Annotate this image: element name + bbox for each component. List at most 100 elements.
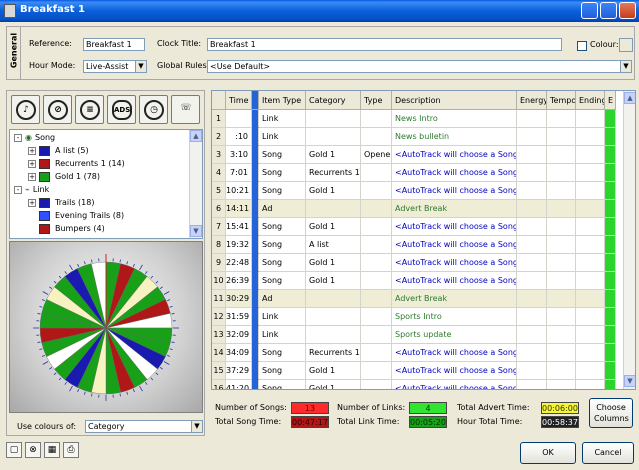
- expand-icon[interactable]: +: [28, 159, 36, 168]
- description-cell[interactable]: News Intro: [392, 110, 517, 128]
- time-cell[interactable]: 30:29: [226, 290, 252, 308]
- expand-icon[interactable]: +: [28, 146, 36, 155]
- advert-tool-button[interactable]: ≡: [75, 95, 104, 124]
- category-cell[interactable]: [306, 326, 361, 344]
- tree-item[interactable]: - ◉ Song: [14, 131, 55, 144]
- energy-cell[interactable]: [517, 236, 547, 254]
- ending-cell[interactable]: [576, 164, 605, 182]
- row-number[interactable]: 8: [212, 236, 226, 254]
- row-number[interactable]: 7: [212, 218, 226, 236]
- scroll-down-icon[interactable]: ▼: [190, 225, 202, 237]
- item-type-cell[interactable]: Ad: [259, 200, 306, 218]
- hour-mode-select[interactable]: Live-Assist ▼: [83, 60, 147, 73]
- time-cell[interactable]: 37:29: [226, 362, 252, 380]
- energy-cell[interactable]: [517, 326, 547, 344]
- phone-tool-button[interactable]: ☏: [171, 95, 200, 124]
- ads-tool-button[interactable]: ADS: [107, 95, 136, 124]
- type-cell[interactable]: [361, 128, 392, 146]
- row-number[interactable]: 4: [212, 164, 226, 182]
- time-cell[interactable]: :10: [226, 128, 252, 146]
- type-cell[interactable]: [361, 200, 392, 218]
- description-cell[interactable]: <AutoTrack will choose a Song>: [392, 218, 517, 236]
- row-number[interactable]: 12: [212, 308, 226, 326]
- row-number[interactable]: 9: [212, 254, 226, 272]
- category-cell[interactable]: Gold 1: [306, 362, 361, 380]
- item-type-cell[interactable]: Song: [259, 380, 306, 389]
- tempo-cell[interactable]: [547, 380, 576, 389]
- expand-icon[interactable]: +: [28, 172, 36, 181]
- type-cell[interactable]: [361, 164, 392, 182]
- song-tool-button[interactable]: ♪: [11, 95, 40, 124]
- time-cell[interactable]: 19:32: [226, 236, 252, 254]
- expand-icon[interactable]: +: [28, 198, 36, 207]
- item-type-cell[interactable]: Song: [259, 164, 306, 182]
- print-icon[interactable]: ⎙: [63, 442, 79, 458]
- ending-cell[interactable]: [576, 146, 605, 164]
- row-number[interactable]: 13: [212, 326, 226, 344]
- tempo-cell[interactable]: [547, 164, 576, 182]
- category-cell[interactable]: Gold 1: [306, 218, 361, 236]
- category-cell[interactable]: [306, 290, 361, 308]
- tempo-cell[interactable]: [547, 146, 576, 164]
- tempo-cell[interactable]: [547, 236, 576, 254]
- tempo-cell[interactable]: [547, 344, 576, 362]
- column-header[interactable]: Item Type: [259, 91, 306, 110]
- type-cell[interactable]: [361, 254, 392, 272]
- column-header[interactable]: Type: [361, 91, 392, 110]
- type-cell[interactable]: [361, 272, 392, 290]
- time-cell[interactable]: 7:01: [226, 164, 252, 182]
- ending-cell[interactable]: [576, 308, 605, 326]
- type-cell[interactable]: [361, 218, 392, 236]
- category-cell[interactable]: A list: [306, 236, 361, 254]
- row-number[interactable]: 14: [212, 344, 226, 362]
- energy-cell[interactable]: [517, 290, 547, 308]
- energy-cell[interactable]: [517, 380, 547, 389]
- type-cell[interactable]: [361, 380, 392, 389]
- description-cell[interactable]: <AutoTrack will choose a Song>: [392, 380, 517, 389]
- category-tree[interactable]: - ◉ Song + A list (5) + Recurrents 1 (14) + Gold…: [9, 129, 203, 239]
- ending-cell[interactable]: [576, 182, 605, 200]
- item-type-cell[interactable]: Link: [259, 326, 306, 344]
- category-cell[interactable]: Recurrents 1: [306, 344, 361, 362]
- tempo-cell[interactable]: [547, 182, 576, 200]
- collapse-icon[interactable]: -: [14, 133, 22, 142]
- energy-cell[interactable]: [517, 164, 547, 182]
- tempo-cell[interactable]: [547, 362, 576, 380]
- energy-cell[interactable]: [517, 182, 547, 200]
- row-number[interactable]: 15: [212, 362, 226, 380]
- column-header[interactable]: Energy: [517, 91, 547, 110]
- ending-cell[interactable]: [576, 362, 605, 380]
- tree-item[interactable]: Bumpers (4): [28, 222, 105, 235]
- item-type-cell[interactable]: Song: [259, 254, 306, 272]
- description-cell[interactable]: <AutoTrack will choose a Song>: [392, 254, 517, 272]
- category-cell[interactable]: Gold 1: [306, 254, 361, 272]
- tempo-cell[interactable]: [547, 272, 576, 290]
- type-cell[interactable]: [361, 290, 392, 308]
- item-type-cell[interactable]: Link: [259, 128, 306, 146]
- ending-cell[interactable]: [576, 344, 605, 362]
- ending-cell[interactable]: [576, 272, 605, 290]
- description-cell[interactable]: Advert Break: [392, 290, 517, 308]
- ending-cell[interactable]: [576, 380, 605, 389]
- category-cell[interactable]: Gold 1: [306, 182, 361, 200]
- minimize-button[interactable]: [581, 2, 598, 19]
- time-cell[interactable]: 34:09: [226, 344, 252, 362]
- tempo-cell[interactable]: [547, 200, 576, 218]
- category-cell[interactable]: Gold 1: [306, 272, 361, 290]
- description-cell[interactable]: <AutoTrack will choose a Song>: [392, 146, 517, 164]
- column-header[interactable]: Time: [226, 91, 252, 110]
- description-cell[interactable]: <AutoTrack will choose a Song>: [392, 362, 517, 380]
- column-header[interactable]: Tempo: [547, 91, 576, 110]
- type-cell[interactable]: [361, 236, 392, 254]
- tree-item[interactable]: + Trails (18): [28, 196, 94, 209]
- tree-item[interactable]: - ⌁ Link: [14, 183, 49, 196]
- column-header[interactable]: [252, 91, 259, 110]
- item-type-cell[interactable]: Song: [259, 146, 306, 164]
- ending-cell[interactable]: [576, 218, 605, 236]
- time-cell[interactable]: 14:11: [226, 200, 252, 218]
- colour-checkbox[interactable]: [577, 41, 587, 51]
- scroll-down-icon[interactable]: ▼: [624, 375, 635, 387]
- choose-columns-button[interactable]: Choose Columns: [589, 398, 633, 428]
- tempo-cell[interactable]: [547, 290, 576, 308]
- item-type-cell[interactable]: Song: [259, 182, 306, 200]
